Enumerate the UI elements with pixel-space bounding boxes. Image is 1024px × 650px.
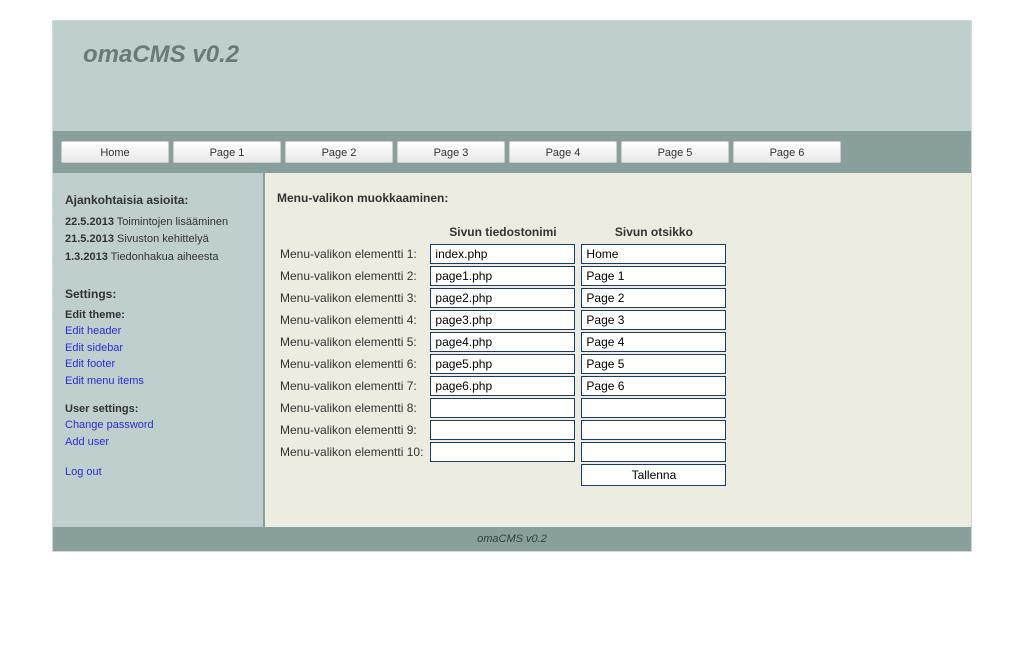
row-label: Menu-valikon elementti 10: <box>277 441 427 463</box>
file-input-10[interactable] <box>430 442 575 462</box>
file-input-5[interactable] <box>430 332 575 352</box>
table-row: Menu-valikon elementti 9: <box>277 419 729 441</box>
footer: omaCMS v0.2 <box>53 527 971 551</box>
file-input-3[interactable] <box>430 288 575 308</box>
file-input-9[interactable] <box>430 420 575 440</box>
title-input-1[interactable] <box>581 244 726 264</box>
table-row: Menu-valikon elementti 6: <box>277 353 729 375</box>
file-input-1[interactable] <box>430 244 575 264</box>
file-input-4[interactable] <box>430 310 575 330</box>
navbar: HomePage 1Page 2Page 3Page 4Page 5Page 6 <box>53 131 971 173</box>
save-button[interactable]: Tallenna <box>581 464 726 486</box>
sidebar: Ajankohtaisia asioita: 22.5.2013 Toimint… <box>53 173 263 527</box>
news-item: 1.3.2013 Tiedonhakua aiheesta <box>65 250 253 265</box>
row-label: Menu-valikon elementti 8: <box>277 397 427 419</box>
app-title: omaCMS v0.2 <box>83 41 941 69</box>
news-date: 22.5.2013 <box>65 216 114 228</box>
title-input-9[interactable] <box>581 420 726 440</box>
nav-item-0[interactable]: Home <box>61 141 169 163</box>
app-window: omaCMS v0.2 HomePage 1Page 2Page 3Page 4… <box>52 20 972 552</box>
body: Ajankohtaisia asioita: 22.5.2013 Toimint… <box>53 173 971 527</box>
file-input-2[interactable] <box>430 266 575 286</box>
file-input-6[interactable] <box>430 354 575 374</box>
table-row: Menu-valikon elementti 5: <box>277 331 729 353</box>
user-settings-heading: User settings: <box>65 403 253 415</box>
nav-item-4[interactable]: Page 4 <box>509 141 617 163</box>
nav-item-1[interactable]: Page 1 <box>173 141 281 163</box>
col-file-header: Sivun tiedostonimi <box>427 221 578 243</box>
row-label: Menu-valikon elementti 5: <box>277 331 427 353</box>
edit-link-0[interactable]: Edit header <box>65 323 253 340</box>
main-heading: Menu-valikon muokkaaminen: <box>277 191 959 205</box>
row-label: Menu-valikon elementti 3: <box>277 287 427 309</box>
table-row: Menu-valikon elementti 4: <box>277 309 729 331</box>
title-input-8[interactable] <box>581 398 726 418</box>
user-link-1[interactable]: Add user <box>65 434 253 451</box>
news-item: 21.5.2013 Sivuston kehittelyä <box>65 232 253 247</box>
row-label: Menu-valikon elementti 2: <box>277 265 427 287</box>
title-input-6[interactable] <box>581 354 726 374</box>
edit-link-3[interactable]: Edit menu items <box>65 373 253 390</box>
news-date: 21.5.2013 <box>65 233 114 245</box>
settings-heading: Settings: <box>65 287 253 301</box>
table-row: Menu-valikon elementti 3: <box>277 287 729 309</box>
title-input-3[interactable] <box>581 288 726 308</box>
footer-text: omaCMS v0.2 <box>477 533 547 545</box>
main-content: Menu-valikon muokkaaminen: Sivun tiedost… <box>263 173 971 527</box>
title-input-5[interactable] <box>581 332 726 352</box>
save-row: Tallenna <box>277 463 729 487</box>
sidebar-settings: Settings: Edit theme: Edit headerEdit si… <box>65 287 253 481</box>
edit-theme-heading: Edit theme: <box>65 309 253 321</box>
row-label: Menu-valikon elementti 9: <box>277 419 427 441</box>
row-label: Menu-valikon elementti 4: <box>277 309 427 331</box>
title-input-4[interactable] <box>581 310 726 330</box>
table-row: Menu-valikon elementti 1: <box>277 243 729 265</box>
user-link-0[interactable]: Change password <box>65 417 253 434</box>
title-input-2[interactable] <box>581 266 726 286</box>
news-heading: Ajankohtaisia asioita: <box>65 193 253 207</box>
news-date: 1.3.2013 <box>65 251 108 263</box>
nav-item-6[interactable]: Page 6 <box>733 141 841 163</box>
news-item: 22.5.2013 Toimintojen lisääminen <box>65 215 253 230</box>
table-row: Menu-valikon elementti 2: <box>277 265 729 287</box>
nav-item-2[interactable]: Page 2 <box>285 141 393 163</box>
sidebar-news: Ajankohtaisia asioita: 22.5.2013 Toimint… <box>65 193 253 265</box>
table-row: Menu-valikon elementti 10: <box>277 441 729 463</box>
edit-link-1[interactable]: Edit sidebar <box>65 340 253 357</box>
logout-link[interactable]: Log out <box>65 464 253 481</box>
table-row: Menu-valikon elementti 7: <box>277 375 729 397</box>
menu-edit-table: Sivun tiedostonimi Sivun otsikko Menu-va… <box>277 221 729 487</box>
table-row: Menu-valikon elementti 8: <box>277 397 729 419</box>
file-input-8[interactable] <box>430 398 575 418</box>
nav-item-3[interactable]: Page 3 <box>397 141 505 163</box>
row-label: Menu-valikon elementti 7: <box>277 375 427 397</box>
file-input-7[interactable] <box>430 376 575 396</box>
row-label: Menu-valikon elementti 6: <box>277 353 427 375</box>
row-label: Menu-valikon elementti 1: <box>277 243 427 265</box>
nav-item-5[interactable]: Page 5 <box>621 141 729 163</box>
title-input-10[interactable] <box>581 442 726 462</box>
col-title-header: Sivun otsikko <box>578 221 729 243</box>
edit-link-2[interactable]: Edit footer <box>65 356 253 373</box>
header: omaCMS v0.2 <box>53 21 971 131</box>
title-input-7[interactable] <box>581 376 726 396</box>
